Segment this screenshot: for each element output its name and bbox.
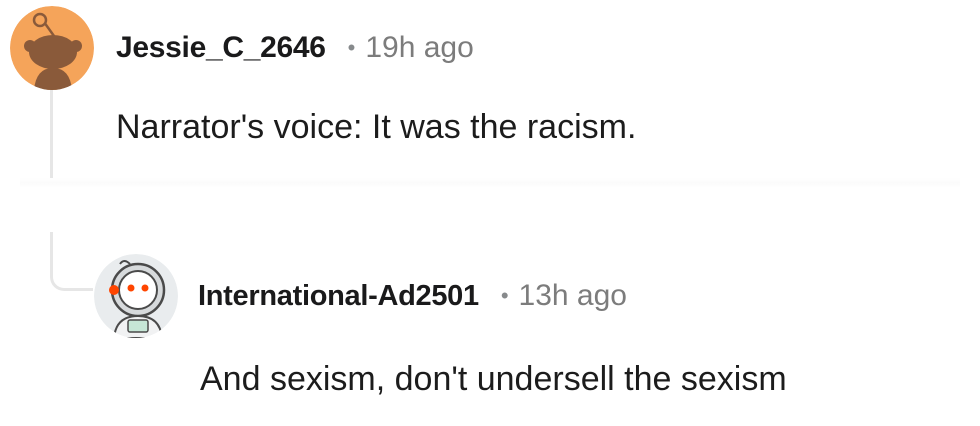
- reply-comment: International-Ad2501 • 13h ago And sexis…: [94, 254, 787, 398]
- comment-header: Jessie_C_2646 • 19h ago: [10, 6, 474, 90]
- comment-body: Narrator's voice: It was the racism.: [116, 108, 637, 146]
- comment-header: International-Ad2501 • 13h ago: [94, 254, 627, 338]
- snoo-astronaut-avatar-icon[interactable]: [94, 254, 178, 338]
- reply-thread-connector: [50, 232, 93, 291]
- comment-divider: [20, 178, 960, 188]
- snoo-orange-avatar-icon[interactable]: [10, 6, 94, 90]
- meta-separator: •: [500, 283, 509, 308]
- comment: Jessie_C_2646 • 19h ago Narrator's voice…: [10, 6, 636, 146]
- comment-body: And sexism, don't undersell the sexism: [200, 360, 787, 398]
- username[interactable]: Jessie_C_2646: [116, 31, 326, 65]
- timestamp[interactable]: 19h ago: [365, 31, 473, 65]
- timestamp[interactable]: 13h ago: [519, 279, 627, 313]
- meta-separator: •: [347, 35, 356, 60]
- thread-line: [50, 88, 53, 178]
- username[interactable]: International-Ad2501: [198, 280, 479, 313]
